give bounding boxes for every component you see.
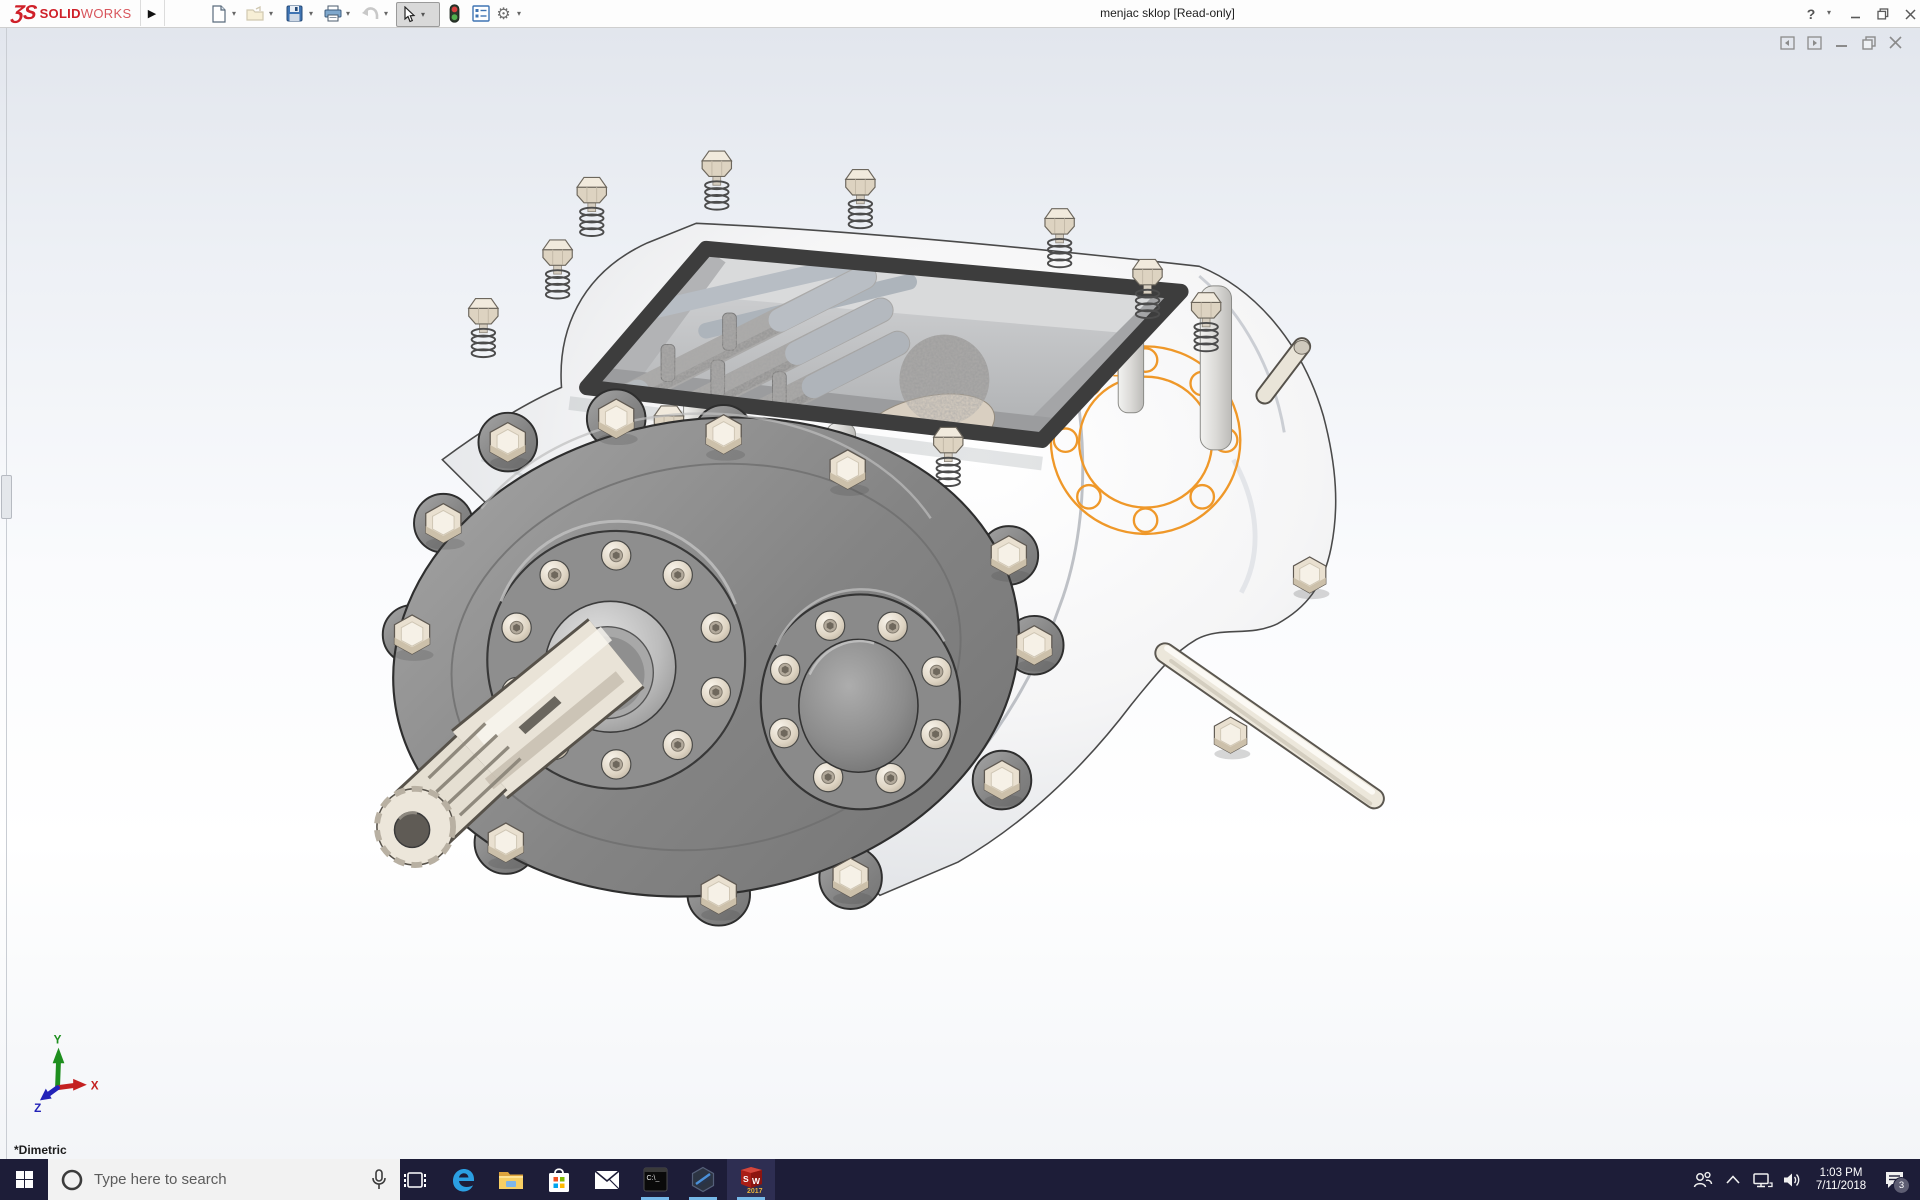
undo-icon [361, 6, 380, 21]
network-icon[interactable] [1748, 1159, 1778, 1200]
open-dropdown-caret[interactable]: ▾ [266, 9, 276, 18]
notification-badge: 3 [1893, 1177, 1910, 1194]
windows-taskbar: Type here to search [0, 1159, 1920, 1200]
options-dropdown-caret[interactable]: ▾ [514, 9, 524, 18]
brand-glyph: ƷS [10, 2, 37, 25]
display-report-button[interactable] [470, 3, 491, 24]
brand-light: WORKS [81, 6, 132, 21]
mail-button[interactable] [583, 1159, 631, 1200]
edge-button[interactable] [439, 1159, 487, 1200]
feature-panel-splitter-handle[interactable] [1, 475, 12, 519]
volume-icon[interactable] [1778, 1159, 1808, 1200]
taskbar-search-input[interactable]: Type here to search [48, 1159, 400, 1200]
help-dropdown-caret[interactable]: ▾ [1824, 8, 1834, 17]
solidworks-logo: ƷS SOLID WORKS [4, 0, 141, 26]
minimize-button[interactable] [1844, 6, 1866, 22]
view-orientation-label: *Dimetric [14, 1143, 67, 1157]
save-dropdown-caret[interactable]: ▾ [306, 9, 316, 18]
triad-y-label: Y [54, 1034, 62, 1047]
traffic-light-icon [449, 4, 460, 23]
action-center-button[interactable]: 3 [1874, 1159, 1914, 1200]
document-title: menjac sklop [Read-only] [1060, 0, 1275, 27]
edge-icon [450, 1167, 476, 1193]
svg-text:S: S [743, 1174, 749, 1184]
solidworks-2017-icon: S W 2017 [738, 1166, 765, 1194]
select-cursor-icon [402, 6, 417, 23]
orientation-triad: Y X Z [34, 1034, 99, 1115]
svg-text:W: W [752, 1176, 761, 1186]
tray-time: 1:03 PM [1808, 1167, 1874, 1180]
select-tool-button[interactable]: ▾ [396, 2, 440, 27]
store-icon [547, 1167, 571, 1193]
title-bar: ƷS SOLID WORKS ▶ ▾ ▾ ▾ ▾ [0, 0, 1920, 28]
windows-logo-icon [16, 1171, 33, 1188]
search-placeholder: Type here to search [94, 1171, 370, 1188]
system-tray: 1:03 PM 7/11/2018 3 [1688, 1159, 1914, 1200]
print-icon [324, 5, 342, 22]
shift-lever-shaft[interactable] [1165, 648, 1374, 803]
svg-text:2017: 2017 [747, 1188, 763, 1194]
feature-panel-splitter [6, 27, 7, 1159]
model-scene[interactable]: Y X Z [0, 27, 1920, 1159]
tray-chevron-icon[interactable] [1718, 1159, 1748, 1200]
restore-button[interactable] [1872, 6, 1894, 22]
print-dropdown-caret[interactable]: ▾ [343, 9, 353, 18]
undo-button[interactable] [360, 3, 381, 24]
hexagon-app-icon [690, 1166, 716, 1193]
solidworks-taskbar-button[interactable]: S W 2017 [727, 1159, 775, 1200]
triad-x-label: X [91, 1080, 99, 1093]
triad-z-label: Z [34, 1102, 41, 1115]
clock[interactable]: 1:03 PM 7/11/2018 [1808, 1167, 1874, 1193]
graphics-viewport[interactable]: Y X Z *Dimetric [0, 27, 1920, 1159]
open-folder-icon [246, 6, 265, 22]
task-view-icon [404, 1169, 426, 1191]
doc-minimize-button[interactable] [1833, 35, 1850, 50]
new-document-button[interactable] [208, 3, 229, 24]
taskbar-apps: C:\_ S W 2017 [391, 1159, 775, 1200]
close-button[interactable] [1899, 6, 1920, 22]
save-floppy-icon [286, 5, 303, 22]
tray-date: 7/11/2018 [1808, 1180, 1874, 1193]
restore-icon [1877, 8, 1889, 20]
doc-close-button[interactable] [1887, 35, 1904, 50]
doc-restore-button[interactable] [1860, 35, 1877, 50]
save-button[interactable] [284, 3, 305, 24]
close-icon [1905, 9, 1916, 20]
microphone-icon[interactable] [370, 1169, 388, 1191]
task-view-button[interactable] [391, 1159, 439, 1200]
secondary-bearing-cover[interactable] [761, 589, 960, 809]
select-dropdown-caret[interactable]: ▾ [421, 10, 425, 19]
command-prompt-icon: C:\_ [643, 1167, 668, 1192]
cortana-circle-icon [60, 1168, 84, 1192]
new-dropdown-caret[interactable]: ▾ [229, 9, 239, 18]
undo-dropdown-caret[interactable]: ▾ [381, 9, 391, 18]
rebuild-button[interactable] [444, 3, 465, 24]
new-document-icon [211, 5, 227, 23]
options-gear-icon[interactable]: ⚙ [493, 3, 514, 24]
minimize-icon [1850, 9, 1861, 20]
hexagon-app-button[interactable] [679, 1159, 727, 1200]
people-icon[interactable] [1688, 1159, 1718, 1200]
mail-icon [594, 1170, 620, 1190]
open-button[interactable] [245, 3, 266, 24]
document-window-controls [1779, 35, 1904, 50]
print-button[interactable] [322, 3, 343, 24]
start-button[interactable] [0, 1159, 48, 1200]
help-button[interactable]: ? [1800, 6, 1822, 22]
report-list-icon [472, 5, 490, 22]
store-button[interactable] [535, 1159, 583, 1200]
pane-right-button[interactable] [1806, 35, 1823, 50]
pane-left-button[interactable] [1779, 35, 1796, 50]
file-explorer-button[interactable] [487, 1159, 535, 1200]
file-explorer-icon [498, 1169, 524, 1191]
command-prompt-button[interactable]: C:\_ [631, 1159, 679, 1200]
brand-bold: SOLID [40, 6, 81, 21]
svg-text:C:\_: C:\_ [646, 1175, 659, 1182]
menu-flyout-arrow[interactable]: ▶ [140, 0, 165, 26]
